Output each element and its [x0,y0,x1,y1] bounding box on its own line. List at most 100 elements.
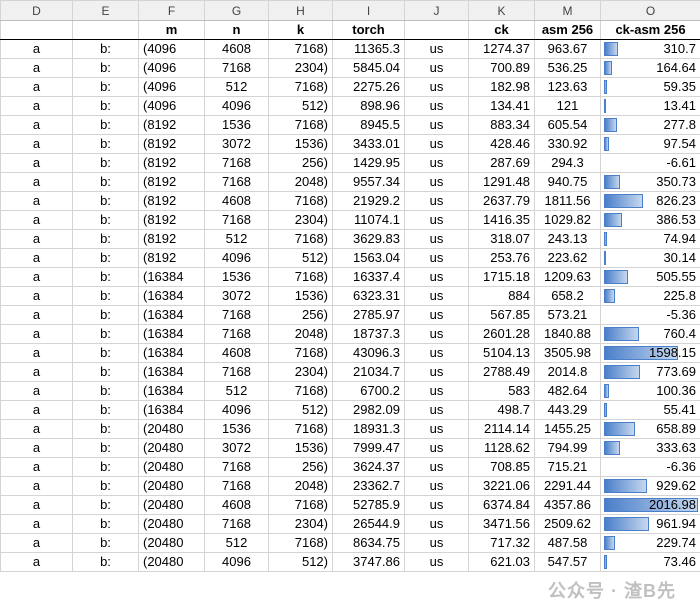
cell[interactable]: 5104.13 [468,343,535,363]
cell[interactable]: 294.3 [534,153,601,173]
cell[interactable]: (16384 [138,286,205,306]
header-cell[interactable]: m [138,20,205,40]
cell-ck-asm[interactable]: -6.36 [600,457,700,477]
cell[interactable]: us [404,400,469,420]
cell[interactable]: us [404,115,469,135]
cell[interactable]: a [0,400,73,420]
cell[interactable]: 243.13 [534,229,601,249]
cell[interactable]: a [0,172,73,192]
header-cell[interactable] [0,20,73,40]
cell[interactable]: a [0,476,73,496]
cell[interactable]: us [404,134,469,154]
cell[interactable]: b: [72,153,139,173]
cell[interactable]: 9557.34 [332,172,405,192]
cell[interactable]: a [0,381,73,401]
cell[interactable]: us [404,210,469,230]
cell[interactable]: b: [72,115,139,135]
cell[interactable]: us [404,286,469,306]
cell[interactable]: a [0,58,73,78]
cell[interactable]: 8945.5 [332,115,405,135]
cell[interactable]: 7168) [268,343,333,363]
cell[interactable]: b: [72,39,139,59]
cell[interactable]: 1840.88 [534,324,601,344]
cell[interactable]: 3072 [204,134,269,154]
cell[interactable]: (8192 [138,172,205,192]
cell[interactable]: (20480 [138,533,205,553]
cell[interactable]: (20480 [138,476,205,496]
cell[interactable]: (8192 [138,191,205,211]
cell[interactable]: us [404,457,469,477]
cell[interactable]: (8192 [138,210,205,230]
cell-ck-asm[interactable]: 13.41 [600,96,700,116]
cell[interactable]: b: [72,248,139,268]
cell[interactable]: b: [72,191,139,211]
cell[interactable]: 3747.86 [332,552,405,572]
cell[interactable]: (16384 [138,362,205,382]
cell[interactable]: 7168 [204,324,269,344]
cell[interactable]: 1536) [268,438,333,458]
cell[interactable]: 4608 [204,39,269,59]
cell[interactable]: a [0,39,73,59]
cell[interactable]: 536.25 [534,58,601,78]
cell[interactable]: 605.54 [534,115,601,135]
cell[interactable]: 512) [268,552,333,572]
cell-ck-asm[interactable]: 225.8 [600,286,700,306]
cell[interactable]: 2509.62 [534,514,601,534]
cell[interactable]: b: [72,419,139,439]
cell[interactable]: us [404,552,469,572]
cell[interactable]: 2048) [268,172,333,192]
header-cell[interactable]: k [268,20,333,40]
cell[interactable]: b: [72,58,139,78]
cell[interactable]: us [404,248,469,268]
cell[interactable]: 287.69 [468,153,535,173]
column-letter[interactable]: G [204,0,269,21]
cell[interactable]: b: [72,381,139,401]
cell[interactable]: 487.58 [534,533,601,553]
cell-ck-asm[interactable]: 2016.98 [600,495,700,515]
cell[interactable]: a [0,134,73,154]
cell[interactable]: 7168) [268,381,333,401]
cell[interactable]: us [404,495,469,515]
cell[interactable]: 3221.06 [468,476,535,496]
cell[interactable]: us [404,419,469,439]
cell[interactable]: 2601.28 [468,324,535,344]
cell[interactable]: 3624.37 [332,457,405,477]
header-cell[interactable]: torch [332,20,405,40]
cell[interactable]: us [404,96,469,116]
cell-ck-asm[interactable]: 961.94 [600,514,700,534]
column-letter[interactable]: F [138,0,205,21]
cell-ck-asm[interactable]: 505.55 [600,267,700,287]
cell[interactable]: 2275.26 [332,77,405,97]
cell-ck-asm[interactable]: 100.36 [600,381,700,401]
cell[interactable]: b: [72,476,139,496]
cell-ck-asm[interactable]: 229.74 [600,533,700,553]
cell[interactable]: a [0,343,73,363]
cell[interactable]: 182.98 [468,77,535,97]
cell[interactable]: 1209.63 [534,267,601,287]
cell[interactable]: a [0,191,73,211]
cell[interactable]: b: [72,267,139,287]
cell[interactable]: b: [72,77,139,97]
cell[interactable]: 11074.1 [332,210,405,230]
cell[interactable]: (16384 [138,305,205,325]
cell[interactable]: b: [72,134,139,154]
cell[interactable]: b: [72,400,139,420]
cell[interactable]: b: [72,514,139,534]
cell[interactable]: 2304) [268,514,333,534]
cell[interactable]: 123.63 [534,77,601,97]
cell[interactable]: 512 [204,229,269,249]
cell[interactable]: 7168 [204,476,269,496]
cell[interactable]: 963.67 [534,39,601,59]
cell[interactable]: 3433.01 [332,134,405,154]
cell[interactable]: 7168) [268,77,333,97]
cell[interactable]: 2304) [268,362,333,382]
cell[interactable]: 8634.75 [332,533,405,553]
cell[interactable]: a [0,324,73,344]
cell[interactable]: 512) [268,248,333,268]
column-letter[interactable]: D [0,0,73,21]
cell[interactable]: b: [72,96,139,116]
cell[interactable]: (20480 [138,495,205,515]
cell[interactable]: a [0,438,73,458]
cell[interactable]: 658.2 [534,286,601,306]
column-letter[interactable]: M [534,0,601,21]
